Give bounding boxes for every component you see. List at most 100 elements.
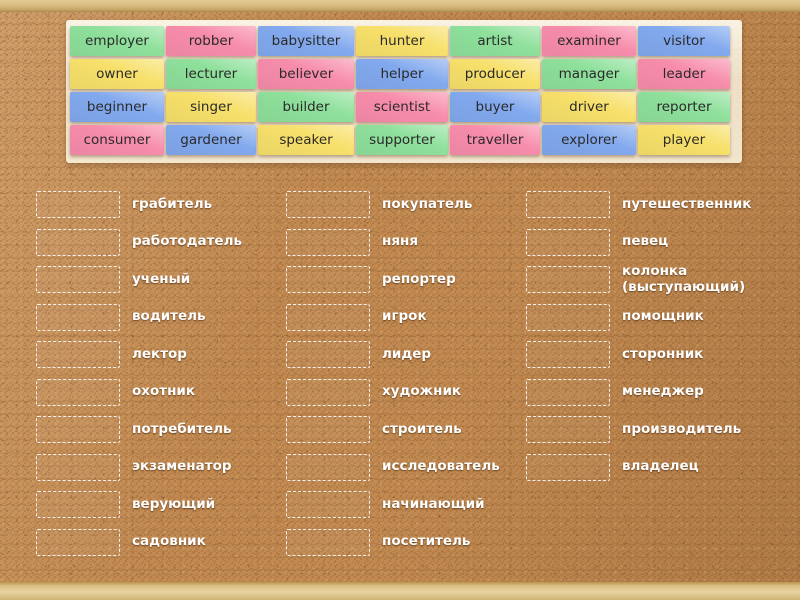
answer-label: лидер: [382, 345, 432, 362]
answer-row: потребитель: [36, 411, 286, 449]
drop-slot[interactable]: [36, 191, 120, 219]
word-tile[interactable]: reporter: [638, 92, 730, 122]
word-tile[interactable]: employer: [70, 26, 164, 56]
answer-row: сторонник: [526, 336, 800, 374]
drop-slot[interactable]: [526, 453, 610, 481]
word-tile[interactable]: speaker: [258, 125, 354, 155]
word-tile[interactable]: player: [638, 125, 730, 155]
answer-label: работодатель: [132, 233, 242, 250]
drop-slot[interactable]: [286, 191, 370, 219]
drop-slot[interactable]: [286, 453, 370, 481]
answer-label: лектор: [132, 345, 187, 362]
word-tile[interactable]: scientist: [356, 92, 448, 122]
tile-row: employer robber babysitter hunter artist exam…: [70, 26, 738, 56]
answer-label: путешественник: [622, 195, 752, 212]
answer-row: лектор: [36, 336, 286, 374]
drop-slot[interactable]: [526, 416, 610, 444]
drop-slot[interactable]: [526, 341, 610, 369]
answer-row: садовник: [36, 524, 286, 562]
word-tile[interactable]: hunter: [356, 26, 448, 56]
answer-row: помощник: [526, 299, 800, 337]
answer-label: покупатель: [382, 195, 473, 212]
answer-row: лидер: [286, 336, 526, 374]
word-tile[interactable]: producer: [450, 59, 540, 89]
answer-row: строитель: [286, 411, 526, 449]
answer-row: колонка (выступающий): [526, 261, 800, 299]
word-tile[interactable]: builder: [258, 92, 354, 122]
word-tile[interactable]: visitor: [638, 26, 730, 56]
drop-slot[interactable]: [286, 528, 370, 556]
drop-slot[interactable]: [36, 453, 120, 481]
word-tile[interactable]: helper: [356, 59, 448, 89]
answer-row: охотник: [36, 374, 286, 412]
word-tile[interactable]: examiner: [542, 26, 636, 56]
answer-row: исследователь: [286, 449, 526, 487]
word-tile[interactable]: beginner: [70, 92, 164, 122]
answer-label: исследователь: [382, 458, 500, 475]
word-tile[interactable]: supporter: [356, 125, 448, 155]
drop-slot[interactable]: [36, 303, 120, 331]
answer-row: певец: [526, 224, 800, 262]
drop-slot[interactable]: [286, 416, 370, 444]
drop-slot[interactable]: [36, 228, 120, 256]
drop-slot[interactable]: [36, 416, 120, 444]
drop-slot[interactable]: [36, 378, 120, 406]
drop-slot[interactable]: [286, 303, 370, 331]
answer-label: верующий: [132, 495, 216, 512]
answer-row: экзаменатор: [36, 449, 286, 487]
word-tile[interactable]: singer: [166, 92, 256, 122]
drop-slot[interactable]: [526, 378, 610, 406]
word-tile[interactable]: manager: [542, 59, 636, 89]
answer-row: работодатель: [36, 224, 286, 262]
word-tile[interactable]: artist: [450, 26, 540, 56]
answer-row: производитель: [526, 411, 800, 449]
answer-column-1: грабитель работодатель ученый водитель лекто…: [0, 186, 286, 561]
answer-label: начинающий: [382, 495, 485, 512]
word-tile[interactable]: driver: [542, 92, 636, 122]
drop-slot[interactable]: [36, 528, 120, 556]
answer-label: ученый: [132, 270, 191, 287]
word-tile[interactable]: consumer: [70, 125, 164, 155]
drop-slot[interactable]: [526, 266, 610, 294]
word-tile[interactable]: explorer: [542, 125, 636, 155]
answer-label: грабитель: [132, 195, 213, 212]
drop-slot[interactable]: [526, 303, 610, 331]
answer-row: игрок: [286, 299, 526, 337]
answer-column-2: покупатель няня репортер игрок лидер художник…: [286, 186, 526, 561]
answer-label: менеджер: [622, 383, 704, 400]
word-tile[interactable]: leader: [638, 59, 730, 89]
word-tile[interactable]: babysitter: [258, 26, 354, 56]
tile-row: owner lecturer believer helper producer manag…: [70, 59, 738, 89]
drop-slot[interactable]: [526, 191, 610, 219]
word-tile[interactable]: traveller: [450, 125, 540, 155]
answer-label: няня: [382, 233, 418, 250]
answer-label: художник: [382, 383, 462, 400]
word-tile[interactable]: owner: [70, 59, 164, 89]
answer-label: репортер: [382, 270, 456, 287]
answer-row: верующий: [36, 486, 286, 524]
drop-slot[interactable]: [36, 266, 120, 294]
tile-row: beginner singer builder scientist buyer drive…: [70, 92, 738, 122]
answer-label: сторонник: [622, 345, 704, 362]
drop-slot[interactable]: [526, 228, 610, 256]
drop-slot[interactable]: [36, 341, 120, 369]
answer-label: помощник: [622, 308, 704, 325]
answer-row: менеджер: [526, 374, 800, 412]
drop-slot[interactable]: [286, 266, 370, 294]
word-tile[interactable]: buyer: [450, 92, 540, 122]
drop-slot[interactable]: [36, 491, 120, 519]
answer-row: ученый: [36, 261, 286, 299]
drop-slot[interactable]: [286, 228, 370, 256]
word-tile[interactable]: believer: [258, 59, 354, 89]
word-tile[interactable]: robber: [166, 26, 256, 56]
answer-row: няня: [286, 224, 526, 262]
word-tile[interactable]: gardener: [166, 125, 256, 155]
answer-row: репортер: [286, 261, 526, 299]
answer-label: экзаменатор: [132, 458, 232, 475]
board-frame-bottom: [0, 582, 800, 600]
drop-slot[interactable]: [286, 378, 370, 406]
answer-row: художник: [286, 374, 526, 412]
word-tile[interactable]: lecturer: [166, 59, 256, 89]
drop-slot[interactable]: [286, 341, 370, 369]
drop-slot[interactable]: [286, 491, 370, 519]
